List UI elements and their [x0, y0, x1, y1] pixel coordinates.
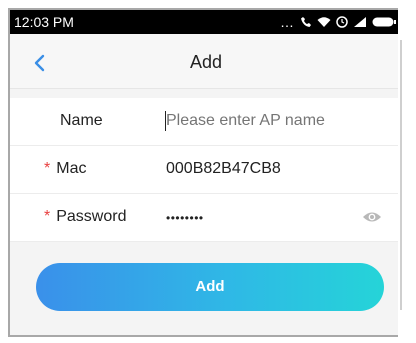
password-row: * Password •••••••• [10, 194, 402, 242]
more-dots-icon: … [280, 14, 295, 30]
call-icon [301, 17, 311, 27]
scrollbar-track[interactable] [400, 40, 402, 310]
name-label: Name [60, 112, 103, 129]
password-field[interactable]: •••••••• [166, 211, 366, 225]
name-input[interactable] [166, 112, 366, 130]
eye-icon[interactable] [362, 210, 382, 224]
phone-frame: 12:03 PM … Add Name Please enter AP name… [8, 8, 404, 337]
page-title: Add [189, 52, 223, 72]
mac-label-text: Mac [56, 160, 87, 177]
name-row: Name [10, 98, 402, 146]
status-time: 12:03 PM [14, 14, 74, 30]
status-icons: … [280, 13, 396, 31]
scrollbar[interactable] [398, 0, 404, 343]
wifi-icon [317, 17, 331, 27]
mac-field[interactable]: 000B82B47CB8 [166, 160, 366, 178]
required-mark: * [44, 160, 51, 177]
status-bar: 12:03 PM … [10, 10, 402, 34]
alarm-icon [336, 16, 348, 28]
password-label-text: Password [56, 208, 127, 225]
mac-label: * Mac [44, 160, 86, 178]
add-button[interactable]: Add [36, 263, 384, 311]
required-mark: * [44, 208, 51, 225]
mac-row: * Mac 000B82B47CB8 [10, 146, 402, 194]
signal-icon [354, 17, 366, 27]
add-ap-form: Name * Mac 000B82B47CB8 * Password •••••••… [10, 98, 402, 242]
password-label: * Password [44, 208, 126, 226]
battery-icon [372, 17, 396, 27]
nav-bar: Add [10, 34, 402, 89]
